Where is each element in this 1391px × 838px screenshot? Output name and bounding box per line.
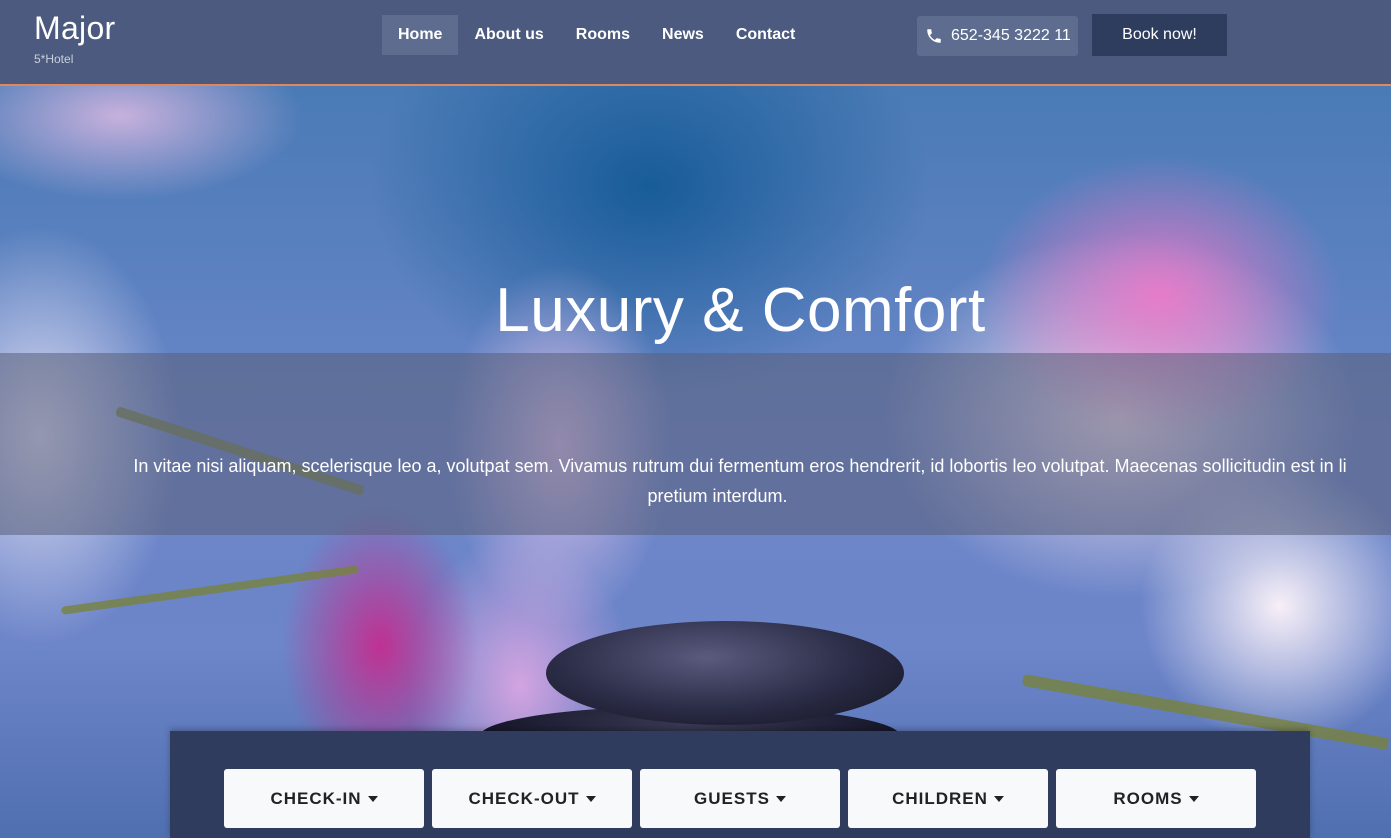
caret-down-icon (1188, 795, 1199, 802)
caret-down-icon (775, 795, 786, 802)
caret-down-icon (367, 795, 378, 802)
hero-description-line2: pretium interdum. (647, 486, 788, 506)
top-navbar: Major 5*Hotel Home About us Rooms News C… (0, 0, 1391, 86)
nav-item-home[interactable]: Home (382, 15, 459, 55)
brand-name: Major (34, 10, 116, 46)
hero-title: Luxury & Comfort (495, 276, 986, 345)
children-dropdown[interactable]: CHILDREN (848, 769, 1048, 828)
hero-description-line1: In vitae nisi aliquam, scelerisque leo a… (133, 456, 1347, 476)
check-out-label: CHECK-OUT (468, 788, 580, 808)
phone-contact[interactable]: 652-345 3222 11 (917, 16, 1078, 56)
brand-logo[interactable]: Major 5*Hotel (34, 10, 116, 66)
nav-item-news[interactable]: News (646, 15, 720, 55)
children-label: CHILDREN (892, 788, 988, 808)
phone-number: 652-345 3222 11 (951, 27, 1071, 44)
caret-down-icon (585, 795, 596, 802)
main-nav: Home About us Rooms News Contact (382, 15, 811, 55)
check-in-dropdown[interactable]: CHECK-IN (224, 769, 424, 828)
booking-panel: CHECK-IN CHECK-OUT GUESTS CHILDREN ROOMS (170, 731, 1310, 838)
guests-label: GUESTS (694, 788, 770, 808)
brand-subtitle: 5*Hotel (34, 52, 74, 66)
book-now-button[interactable]: Book now! (1092, 14, 1227, 56)
flower-stem-decoration (60, 565, 360, 615)
rooms-label: ROOMS (1113, 788, 1183, 808)
check-in-label: CHECK-IN (270, 788, 362, 808)
guests-dropdown[interactable]: GUESTS (640, 769, 840, 828)
caret-down-icon (993, 795, 1004, 802)
phone-icon (927, 29, 941, 43)
nav-item-rooms[interactable]: Rooms (560, 15, 646, 55)
nav-item-about-us[interactable]: About us (458, 15, 559, 55)
nav-item-contact[interactable]: Contact (720, 15, 812, 55)
hero-description: In vitae nisi aliquam, scelerisque leo a… (45, 451, 1391, 511)
rooms-dropdown[interactable]: ROOMS (1056, 769, 1256, 828)
spa-stone-image (546, 621, 904, 725)
check-out-dropdown[interactable]: CHECK-OUT (432, 769, 632, 828)
